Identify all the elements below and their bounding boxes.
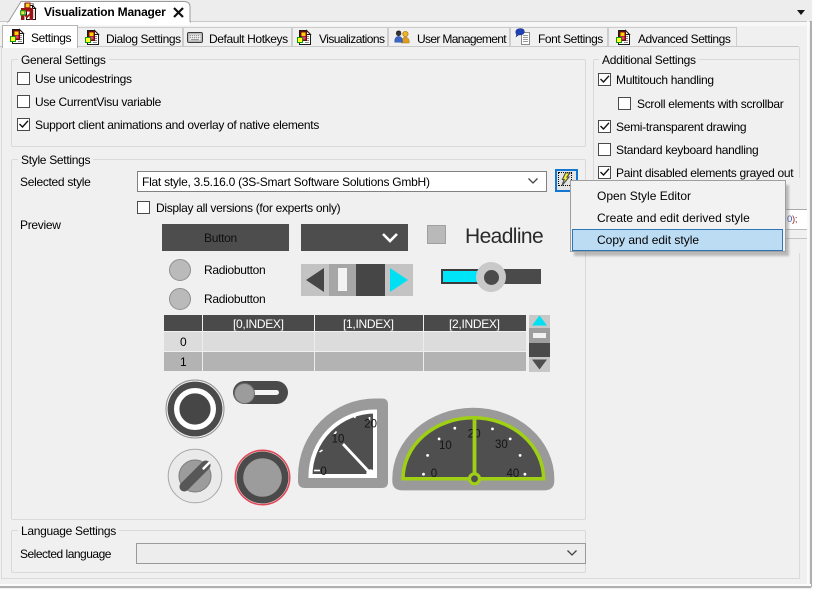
svg-text:10: 10 bbox=[439, 440, 452, 452]
svg-text:40: 40 bbox=[507, 468, 520, 480]
svg-text:30: 30 bbox=[495, 439, 508, 451]
svg-text:10: 10 bbox=[332, 434, 345, 446]
svg-text:0: 0 bbox=[431, 468, 437, 480]
svg-text:0: 0 bbox=[320, 466, 326, 478]
svg-text:20: 20 bbox=[364, 419, 377, 431]
